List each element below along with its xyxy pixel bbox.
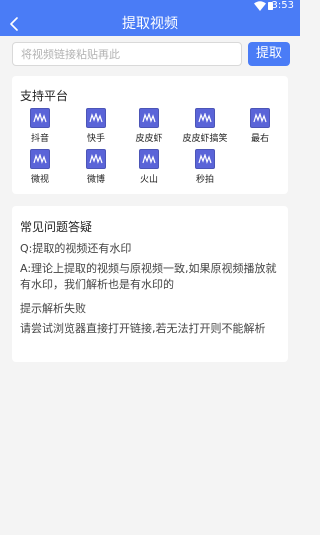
search-row: 提取 xyxy=(12,42,290,66)
platform-item[interactable]: 火山 xyxy=(121,149,177,187)
platform-label: 皮皮虾搞笑 xyxy=(182,134,228,144)
faq-card: 常见问题答疑 Q:提取的视频还有水印 A:理论上提取的视频与原视频一致,如果原视… xyxy=(12,206,288,362)
platform-logo-icon xyxy=(86,149,106,169)
platform-label: 快手 xyxy=(86,134,105,144)
wifi-icon xyxy=(254,1,266,11)
faq-title: 常见问题答疑 xyxy=(20,220,93,234)
app-header: 3:53 提取视频 xyxy=(0,0,300,36)
video-link-input[interactable] xyxy=(12,42,242,66)
faq-answer-2: 请尝试浏览器直接打开链接,若无法打开则不能解析 xyxy=(20,322,266,335)
platform-item[interactable]: 最右 xyxy=(232,108,288,146)
platform-logo-icon xyxy=(139,149,159,169)
platform-label: 微博 xyxy=(86,175,105,185)
faq-answer-1: A:理论上提取的视频与原视频一致,如果原视频播放就有水印，我们解析也是有水印的 xyxy=(20,262,277,291)
status-bar: 3:53 xyxy=(0,0,300,12)
platform-item[interactable]: 微博 xyxy=(68,149,124,187)
platform-logo-icon xyxy=(30,149,50,169)
platform-label: 火山 xyxy=(139,175,158,185)
platform-item[interactable]: 皮皮虾 xyxy=(121,108,177,146)
platform-label: 皮皮虾 xyxy=(135,134,163,144)
status-time: 3:53 xyxy=(271,0,294,11)
extract-button[interactable]: 提取 xyxy=(248,42,290,66)
platform-label: 秒拍 xyxy=(195,175,214,185)
platform-logo-icon xyxy=(30,108,50,128)
platform-logo-icon xyxy=(86,108,106,128)
platform-label: 微视 xyxy=(30,175,49,185)
supported-platforms-card: 支持平台 抖音 快手 皮皮虾 皮皮虾搞笑 最右微视 微博 火山 秒拍 xyxy=(12,76,288,194)
faq-question-1: Q:提取的视频还有水印 xyxy=(20,242,132,255)
page-title: 提取视频 xyxy=(122,16,178,32)
platform-logo-icon xyxy=(139,108,159,128)
platform-label: 抖音 xyxy=(30,134,49,144)
platform-logo-icon xyxy=(195,108,215,128)
platform-label: 最右 xyxy=(250,134,269,144)
platform-item[interactable]: 快手 xyxy=(68,108,124,146)
supported-platforms-title: 支持平台 xyxy=(20,89,69,103)
platform-item[interactable]: 皮皮虾搞笑 xyxy=(177,108,233,146)
platform-item[interactable]: 抖音 xyxy=(12,108,68,146)
platform-logo-icon xyxy=(250,108,270,128)
faq-question-2: 提示解析失败 xyxy=(20,302,86,315)
platform-item[interactable]: 微视 xyxy=(12,149,68,187)
platform-item[interactable]: 秒拍 xyxy=(177,149,233,187)
platform-logo-icon xyxy=(195,149,215,169)
